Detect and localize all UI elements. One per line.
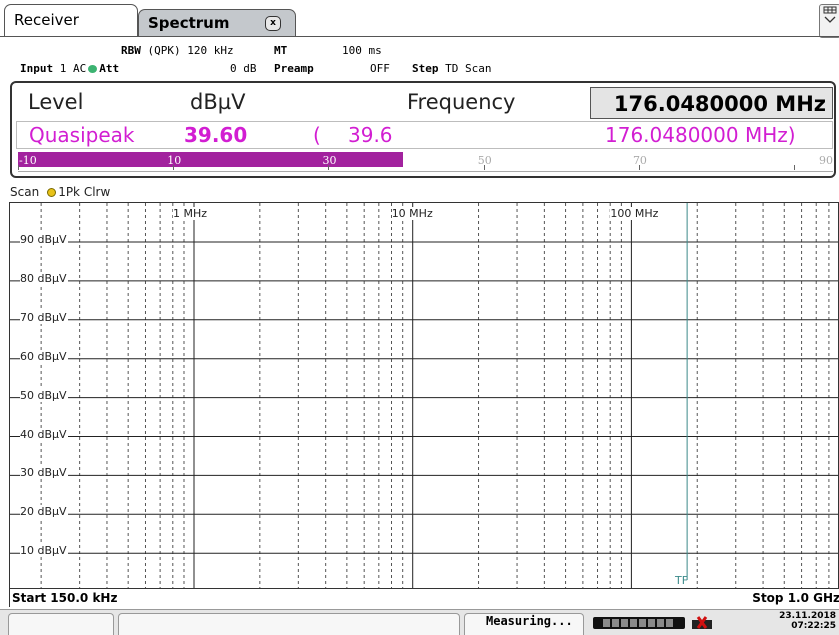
tab-receiver-label: Receiver [14, 11, 79, 29]
level-bar-tickmark [173, 165, 175, 170]
x-axis-label: 1 MHz [173, 207, 208, 220]
mt-value-wrap: 100 ms [342, 44, 382, 57]
att-label: Att [99, 62, 120, 75]
trace-header: Scan 1Pk Clrw [10, 183, 836, 202]
trace-status-icon [47, 188, 57, 197]
level-bar-tickmark [794, 165, 796, 170]
step-setting: Step TD Scan [412, 62, 491, 75]
level-bar-tickmark [18, 165, 19, 170]
att-value-wrap: 0 dB [230, 62, 257, 75]
settings-line-1: RBW (QPK) 120 kHz [121, 44, 234, 57]
y-axis-label: 60 dBµV [20, 349, 68, 363]
time-value: 07:22:25 [791, 621, 836, 631]
start-frequency: Start 150.0 kHz [12, 591, 118, 605]
level-bar-tick: 10 [167, 154, 182, 167]
input-value: 1 AC [59, 62, 87, 75]
input-label: Input [20, 62, 54, 75]
tab-receiver[interactable]: Receiver [4, 4, 138, 36]
graph-grid [10, 203, 838, 588]
mt-value: 100 ms [342, 44, 382, 57]
y-axis-label: 30 dBµV [20, 466, 68, 480]
preamp-value-wrap: OFF [370, 62, 390, 75]
y-axis-label: 70 dBµV [20, 310, 68, 324]
level-value: 39.60 [184, 123, 248, 147]
level-bar-tick: 70 [632, 154, 647, 167]
preamp-setting: Preamp [274, 62, 314, 75]
measuring-status: Measuring... [486, 614, 573, 628]
preamp-value: OFF [370, 62, 390, 75]
mt-setting: MT [274, 44, 287, 57]
progress-segment [621, 619, 628, 627]
step-label: Step [412, 62, 439, 75]
rbw-value: (QPK) 120 kHz [147, 44, 234, 57]
progress-indicator [593, 617, 685, 629]
level-label: Level [28, 90, 84, 114]
paren-open: ( [313, 123, 321, 147]
status-segment-1[interactable] [8, 613, 114, 635]
progress-segment [630, 619, 637, 627]
y-axis-label: 90 dBµV [20, 233, 68, 246]
peak-frequency: 176.0480000 MHz) [605, 123, 796, 147]
progress-segment [603, 619, 610, 627]
progress-segment [639, 619, 646, 627]
frequency-value-field[interactable]: 176.0480000 MHz [590, 87, 833, 119]
preamp-label: Preamp [274, 62, 314, 75]
x-axis-label: 10 MHz [391, 207, 433, 220]
tab-bar: Receiver Spectrum x [0, 0, 839, 38]
progress-segment [666, 619, 673, 627]
scan-graph[interactable] [9, 202, 839, 589]
status-segment-2[interactable] [118, 613, 460, 635]
step-value: TD Scan [445, 62, 492, 75]
level-bar-tick: 30 [322, 154, 337, 167]
level-unit: dBµV [190, 90, 246, 114]
peak-value: 39.6 [348, 123, 393, 147]
progress-segment [657, 619, 664, 627]
rbw-label: RBW [121, 44, 141, 57]
level-bar-tick: 50 [477, 154, 492, 167]
x-axis-label: 100 MHz [610, 207, 659, 220]
level-bar-fill [18, 152, 403, 167]
level-bar: -10 10 30 50 70 90 [18, 151, 833, 172]
settings-line-2: Input 1 AC Att [20, 62, 119, 75]
close-icon[interactable]: x [265, 16, 281, 31]
att-value: 0 dB [230, 62, 257, 75]
scan-label: Scan [10, 185, 40, 199]
marker-label: TF [675, 574, 689, 587]
level-bar-tickmark [638, 165, 640, 170]
y-axis-label: 20 dBµV [20, 505, 68, 519]
status-bar [0, 609, 839, 635]
mt-label: MT [274, 44, 288, 57]
network-error-icon [692, 616, 712, 629]
level-bar-tick: 90 [819, 154, 833, 167]
progress-segment [648, 619, 655, 627]
tab-bar-divider [0, 36, 839, 37]
level-panel: Level dBµV Frequency 176.0480000 MHz Qua… [10, 81, 836, 178]
grid-dropdown-icon [823, 6, 837, 23]
tab-spectrum-label: Spectrum [148, 14, 230, 32]
input-status-icon [88, 65, 98, 73]
stop-frequency: Stop 1.0 GHz [752, 591, 839, 605]
start-stop-bar: Start 150.0 kHz Stop 1.0 GHz [9, 589, 839, 607]
quasipeak-row: Quasipeak 39.60 ( 39.6 176.0480000 MHz) [16, 121, 833, 149]
date-time: 23.11.2018 07:22:25 [760, 611, 836, 631]
window-menu-icon[interactable] [819, 4, 839, 38]
level-bar-tickmark [328, 165, 330, 170]
tab-spectrum[interactable]: Spectrum x [138, 9, 296, 36]
y-axis-label: 40 dBµV [20, 427, 68, 441]
y-axis-label: 50 dBµV [20, 388, 68, 402]
level-bar-tickmark [483, 165, 485, 170]
frequency-label: Frequency [407, 90, 516, 114]
y-axis-label: 80 dBµV [20, 271, 68, 285]
trace-label: 1Pk Clrw [58, 185, 111, 199]
level-bar-tick: -10 [19, 154, 37, 167]
y-axis-label: 10 dBµV [20, 544, 68, 558]
date-value: 23.11.2018 [779, 611, 836, 621]
progress-segment [612, 619, 619, 627]
detector-label: Quasipeak [29, 123, 135, 147]
